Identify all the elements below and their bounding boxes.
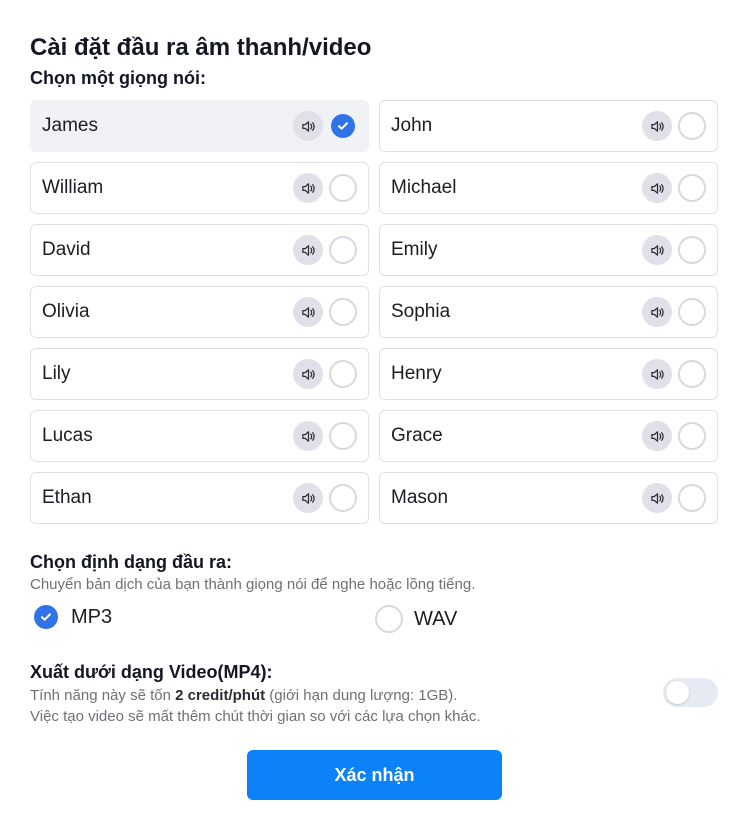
voice-radio[interactable]: [329, 360, 357, 388]
voice-name: Olivia: [42, 301, 90, 322]
voice-option-david[interactable]: David: [30, 224, 369, 276]
voice-radio[interactable]: [678, 236, 706, 264]
voice-name: Lily: [42, 363, 71, 384]
voice-name: James: [42, 115, 98, 136]
audio-video-output-dialog: Cài đặt đầu ra âm thanh/video Chọn một g…: [0, 0, 748, 827]
voice-name: Emily: [391, 239, 438, 260]
confirm-button[interactable]: Xác nhận: [247, 750, 502, 800]
voice-name: Sophia: [391, 301, 451, 322]
voice-radio[interactable]: [678, 112, 706, 140]
speaker-icon[interactable]: [642, 297, 672, 327]
format-description: Chuyển bản dịch của bạn thành giọng nói …: [30, 576, 476, 593]
voice-radio[interactable]: [678, 422, 706, 450]
voice-grid: James John William Michael David Emily O…: [30, 100, 718, 524]
credit-cost: 2 credit/phút: [175, 687, 266, 704]
speaker-icon[interactable]: [293, 297, 323, 327]
voice-option-lucas[interactable]: Lucas: [30, 410, 369, 462]
voice-option-henry[interactable]: Henry: [379, 348, 718, 400]
speaker-icon[interactable]: [642, 111, 672, 141]
voice-radio[interactable]: [329, 174, 357, 202]
voice-radio[interactable]: [329, 298, 357, 326]
voice-radio[interactable]: [329, 236, 357, 264]
voice-option-john[interactable]: John: [379, 100, 718, 152]
voice-radio[interactable]: [678, 360, 706, 388]
voice-name: Mason: [391, 487, 449, 508]
voice-name: William: [42, 177, 104, 198]
video-section-heading: Xuất dưới dạng Video(MP4):: [30, 662, 273, 682]
voice-option-lily[interactable]: Lily: [30, 348, 369, 400]
video-export-toggle[interactable]: [663, 678, 718, 707]
speaker-icon[interactable]: [293, 111, 323, 141]
format-label: MP3: [71, 605, 113, 628]
video-desc-line-2: Việc tạo video sẽ mất thêm chút thời gia…: [30, 708, 481, 725]
voice-name: David: [42, 239, 91, 260]
speaker-icon[interactable]: [293, 173, 323, 203]
voice-radio[interactable]: [329, 422, 357, 450]
voice-name: Lucas: [42, 425, 93, 446]
voice-name: John: [391, 115, 433, 136]
voice-section-heading: Chọn một giọng nói:: [30, 68, 206, 88]
voice-option-sophia[interactable]: Sophia: [379, 286, 718, 338]
voice-option-emily[interactable]: Emily: [379, 224, 718, 276]
voice-name: Grace: [391, 425, 443, 446]
format-label: WAV: [414, 607, 458, 630]
speaker-icon[interactable]: [642, 421, 672, 451]
voice-radio[interactable]: [678, 174, 706, 202]
speaker-icon[interactable]: [293, 235, 323, 265]
format-option-mp3[interactable]: MP3: [32, 605, 112, 629]
voice-option-michael[interactable]: Michael: [379, 162, 718, 214]
speaker-icon[interactable]: [642, 483, 672, 513]
selected-check-icon[interactable]: [34, 605, 58, 629]
format-section-heading: Chọn định dạng đầu ra:: [30, 552, 232, 572]
speaker-icon[interactable]: [293, 483, 323, 513]
speaker-icon[interactable]: [293, 421, 323, 451]
format-option-wav[interactable]: WAV: [375, 605, 457, 633]
video-desc-prefix: Tính năng này sẽ tốn: [30, 687, 176, 704]
voice-option-olivia[interactable]: Olivia: [30, 286, 369, 338]
voice-name: Michael: [391, 177, 457, 198]
video-desc-suffix: (giới hạn dung lượng: 1GB).: [265, 687, 458, 704]
speaker-icon[interactable]: [642, 173, 672, 203]
video-desc-line-1: Tính năng này sẽ tốn 2 credit/phút (giới…: [30, 685, 481, 706]
voice-radio[interactable]: [329, 484, 357, 512]
voice-name: Ethan: [42, 487, 92, 508]
speaker-icon[interactable]: [642, 359, 672, 389]
video-description: Tính năng này sẽ tốn 2 credit/phút (giới…: [30, 685, 481, 727]
format-radio[interactable]: [375, 605, 403, 633]
speaker-icon[interactable]: [293, 359, 323, 389]
voice-option-william[interactable]: William: [30, 162, 369, 214]
dialog-title: Cài đặt đầu ra âm thanh/video: [30, 34, 372, 61]
voice-option-mason[interactable]: Mason: [379, 472, 718, 524]
voice-name: Henry: [391, 363, 442, 384]
voice-radio[interactable]: [678, 298, 706, 326]
voice-option-ethan[interactable]: Ethan: [30, 472, 369, 524]
selected-check-icon[interactable]: [331, 114, 355, 138]
voice-option-grace[interactable]: Grace: [379, 410, 718, 462]
voice-option-james[interactable]: James: [30, 100, 369, 152]
speaker-icon[interactable]: [642, 235, 672, 265]
toggle-knob: [666, 681, 689, 704]
voice-radio[interactable]: [678, 484, 706, 512]
